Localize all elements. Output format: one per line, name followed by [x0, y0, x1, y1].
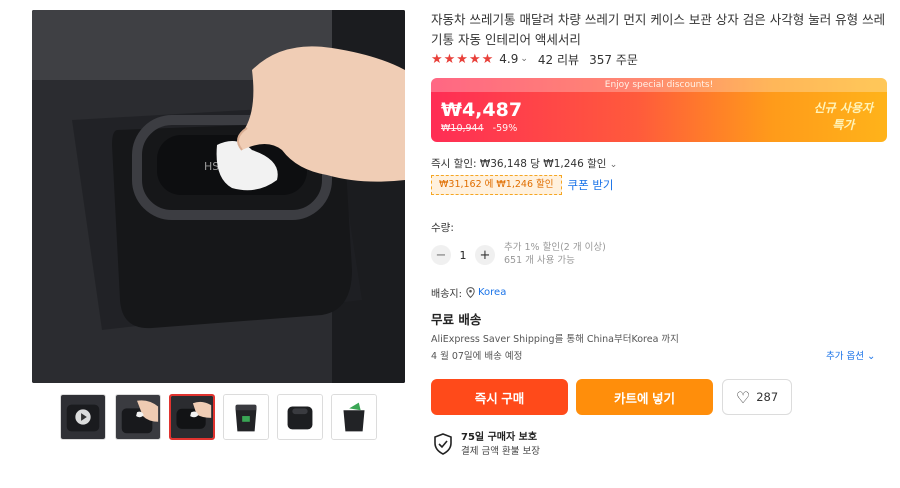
ship-to-country[interactable]: Korea: [478, 287, 506, 298]
ship-to-row[interactable]: 배송지: Korea: [431, 285, 506, 300]
buy-now-button[interactable]: 즉시 구매: [431, 379, 568, 415]
more-options-label: 추가 옵션: [826, 351, 864, 362]
thumbnail-video[interactable]: [60, 394, 106, 440]
more-options-link[interactable]: 추가 옵션 ⌄: [826, 348, 875, 362]
ship-to-label: 배송지:: [431, 289, 462, 300]
thumbnail-3-selected[interactable]: [169, 394, 215, 440]
location-pin-icon: [466, 287, 475, 298]
shield-check-icon: [434, 433, 452, 455]
star-rating-icon: ★★★★★: [431, 51, 495, 67]
new-user-badge: 신규 사용자 특가: [814, 100, 873, 134]
rating-score: 4.9: [499, 52, 519, 66]
instant-discount-text: 즉시 할인: ₩36,148 당 ₩1,246 할인: [431, 158, 607, 170]
get-coupon-link[interactable]: 쿠폰 받기: [568, 177, 614, 193]
heart-icon: ♡: [735, 387, 751, 407]
wishlist-count: 287: [756, 390, 779, 404]
wishlist-button[interactable]: ♡ 287: [722, 379, 792, 415]
badge-line-1: 신규 사용자: [813, 101, 873, 115]
reviews-count[interactable]: 42 리뷰: [538, 51, 579, 68]
orders-count: 357 주문: [589, 52, 638, 67]
current-price: ₩4,487: [441, 99, 523, 121]
discount-percent: -59%: [492, 123, 518, 134]
buyer-protection: 75일 구매자 보호 결제 금액 환불 보장: [433, 431, 540, 459]
chevron-down-icon: ⌄: [609, 160, 618, 170]
thumbnail-6[interactable]: [331, 394, 377, 440]
original-price: ₩10,944: [441, 123, 484, 134]
rating-row: ★★★★★ 4.9 ⌄ 42 리뷰 357 주문: [431, 50, 638, 68]
main-product-image[interactable]: HS: [32, 10, 405, 383]
plus-icon[interactable]: +: [475, 245, 495, 265]
quantity-stepper: − 1 +: [431, 244, 495, 266]
chevron-down-icon[interactable]: ⌄: [520, 54, 528, 64]
original-price-row: ₩10,944 -59%: [441, 123, 517, 134]
protection-title: 75일 구매자 보호: [461, 432, 538, 443]
free-shipping-label: 무료 배송: [431, 312, 482, 327]
protection-subtitle: 결제 금액 환불 보장: [461, 446, 540, 457]
price-banner: Enjoy special discounts! ₩4,487 ₩10,944 …: [431, 78, 887, 142]
bin-brand-label: HS: [204, 160, 219, 173]
minus-icon[interactable]: −: [431, 245, 451, 265]
delivery-date: 4 월 07일에 배송 예정: [431, 351, 523, 362]
product-title: 자동차 쓰레기통 매달려 차량 쓰레기 먼지 케이스 보관 상자 검은 사각형 …: [431, 12, 886, 47]
quantity-value[interactable]: 1: [451, 249, 475, 262]
shipping-description: AliExpress Saver Shipping를 통해 China부터Kor…: [431, 334, 679, 345]
thumbnail-2[interactable]: [115, 394, 161, 440]
bulk-info: 추가 1% 할인(2 개 이상) 651 개 사용 가능: [504, 241, 606, 267]
protection-text: 75일 구매자 보호 결제 금액 환불 보장: [461, 431, 540, 459]
stock-text: 651 개 사용 가능: [504, 255, 575, 266]
coupon-row: ₩31,162 에 ₩1,246 할인 쿠폰 받기: [431, 175, 614, 195]
chevron-down-icon: ⌄: [867, 351, 876, 362]
bulk-discount-text: 추가 1% 할인(2 개 이상): [504, 242, 606, 253]
thumbnail-4[interactable]: [223, 394, 269, 440]
add-to-cart-button[interactable]: 카트에 넣기: [576, 379, 713, 415]
banner-note: Enjoy special discounts!: [431, 78, 887, 92]
coupon-tag: ₩31,162 에 ₩1,246 할인: [431, 175, 562, 195]
quantity-label: 수량:: [431, 222, 454, 234]
thumbnail-5[interactable]: [277, 394, 323, 440]
badge-line-2: 특가: [832, 118, 855, 132]
instant-discount[interactable]: 즉시 할인: ₩36,148 당 ₩1,246 할인 ⌄: [431, 156, 617, 171]
